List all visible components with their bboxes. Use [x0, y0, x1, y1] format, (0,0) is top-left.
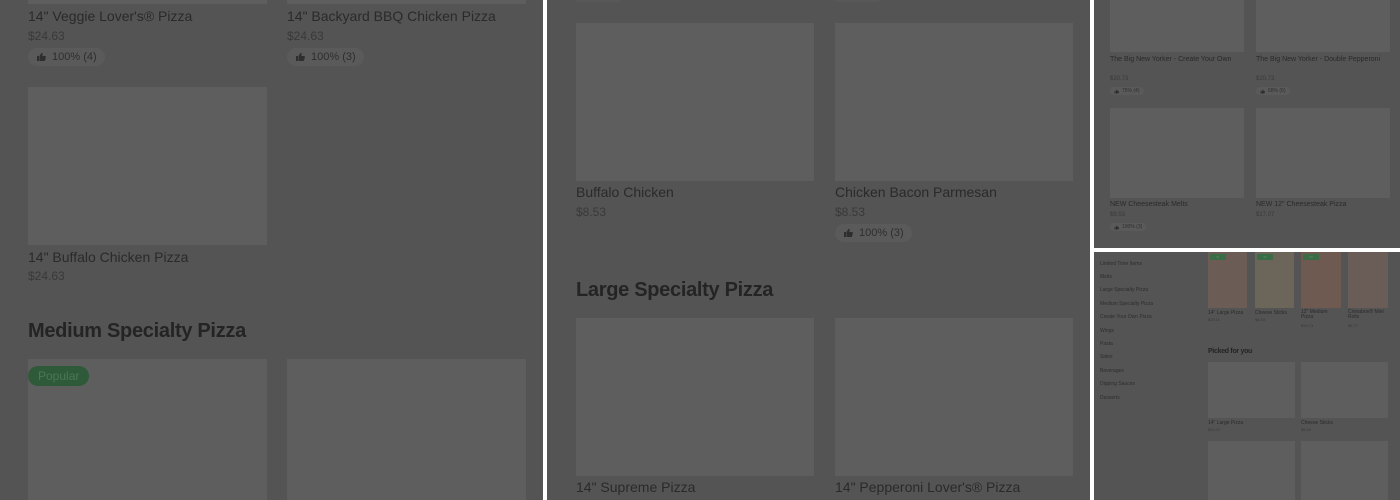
sidebar-item[interactable]: Dipping Sauces — [1100, 381, 1135, 387]
product-image[interactable] — [576, 318, 814, 476]
sidebar-item[interactable]: Limited Time Items — [1100, 261, 1142, 267]
product-price: $6.77 — [1348, 323, 1359, 328]
product-price: $24.63 — [28, 29, 65, 43]
sidebar-item[interactable]: Sides — [1100, 354, 1113, 360]
product-image[interactable] — [287, 0, 526, 4]
sidebar-item[interactable]: Large Specialty Pizza — [1100, 287, 1148, 293]
rating-text: 75% (4) — [1122, 88, 1140, 94]
product-price: $24.63 — [287, 29, 324, 43]
thumbs-up-icon — [36, 52, 46, 62]
sidebar-item[interactable]: Pasta — [1100, 341, 1113, 347]
product-price: $20.11 — [1208, 427, 1220, 432]
sidebar-item[interactable]: Wings — [1100, 328, 1114, 334]
screenshot-panel-2: Buffalo Chicken $8.53 Chicken Bacon Parm… — [547, 0, 1090, 500]
rating-text: 100% (3) — [859, 227, 904, 239]
product-name[interactable]: 14" Backyard BBQ Chicken Pizza — [287, 8, 496, 24]
product-name[interactable]: Cinnabon® Mini Rolls — [1348, 310, 1388, 320]
product-image[interactable] — [1256, 108, 1390, 198]
rating-text: 100% (3) — [311, 51, 356, 63]
thumbs-up-icon — [295, 52, 305, 62]
product-price: $15.73 — [1301, 323, 1314, 328]
screenshot-panel-3: The Big New Yorker - Create Your Own $20… — [1094, 0, 1400, 248]
product-name[interactable]: NEW Cheesesteak Melts — [1110, 200, 1240, 209]
section-title: Large Specialty Pizza — [576, 279, 774, 301]
product-price: $17.07 — [1256, 212, 1275, 218]
rating-text: 100% (3) — [1122, 224, 1143, 230]
popular-badge: Popular — [28, 366, 90, 386]
product-name[interactable]: Chicken Bacon Parmesan — [835, 184, 997, 200]
product-name[interactable]: 12" Medium Pizza — [1301, 310, 1339, 320]
product-price: $8.53 — [1301, 427, 1312, 432]
product-image[interactable] — [287, 359, 526, 500]
product-name[interactable]: 14" Large Pizza — [1208, 420, 1243, 426]
thumbs-up-icon — [843, 228, 853, 238]
rating-badge: 100% (3) — [835, 224, 912, 242]
thumbs-up-icon — [1114, 224, 1119, 230]
thumbs-up-icon — [1260, 88, 1265, 94]
product-image[interactable] — [1110, 0, 1244, 52]
screenshot-panel-1: 14" Veggie Lover's® Pizza $24.63 100% (4… — [0, 0, 543, 500]
rating-badge-partial — [576, 0, 620, 2]
screenshot-panel-4: Limited Time Items Melts Large Specialty… — [1094, 252, 1400, 500]
section-title: Medium Specialty Pizza — [28, 320, 246, 342]
rating-badge: 100% (3) — [1110, 223, 1147, 231]
product-name[interactable]: Cheese Sticks — [1255, 310, 1287, 316]
product-name[interactable]: 14" Supreme Pizza — [576, 479, 695, 495]
rank-tag: #2 — [1257, 254, 1273, 260]
product-image[interactable] — [1301, 441, 1388, 500]
section-title: Picked for you — [1208, 348, 1253, 355]
product-image[interactable]: #2 — [1255, 252, 1294, 308]
product-price: $20.73 — [1256, 76, 1275, 82]
product-name[interactable]: Buffalo Chicken — [576, 184, 674, 200]
rank-tag: #3 — [1303, 254, 1319, 260]
product-image[interactable] — [1256, 0, 1390, 52]
product-image[interactable]: #1 — [1208, 252, 1247, 308]
product-price: $8.53 — [1255, 317, 1266, 322]
sidebar-item[interactable]: Desserts — [1100, 395, 1120, 401]
product-image[interactable] — [28, 87, 267, 245]
product-name[interactable]: 14" Veggie Lover's® Pizza — [28, 8, 192, 24]
rating-badge: 100% (4) — [28, 48, 105, 66]
product-price: $8.53 — [1110, 212, 1126, 218]
sidebar-item[interactable]: Medium Specialty Pizza — [1100, 301, 1153, 307]
product-name[interactable]: NEW 12" Cheesesteak Pizza — [1256, 200, 1386, 209]
rating-text: 68% (6) — [1268, 88, 1286, 94]
product-name[interactable]: 14" Pepperoni Lover's® Pizza — [835, 479, 1020, 495]
rating-badge: 68% (6) — [1256, 87, 1290, 95]
product-name[interactable]: 14" Large Pizza — [1208, 310, 1243, 316]
product-image[interactable] — [1110, 108, 1244, 198]
sidebar-item[interactable]: Melts — [1100, 274, 1112, 280]
rating-text: 100% (4) — [52, 51, 97, 63]
sidebar-item[interactable]: Beverages — [1100, 368, 1124, 374]
product-name[interactable]: Cheese Sticks — [1301, 420, 1333, 426]
product-price: $20.11 — [1208, 317, 1220, 322]
rating-badge: 100% (3) — [287, 48, 364, 66]
product-image[interactable] — [28, 0, 267, 4]
thumbs-up-icon — [1114, 88, 1119, 94]
product-image[interactable] — [576, 23, 814, 181]
rank-tag: #1 — [1210, 254, 1226, 260]
product-image[interactable] — [1348, 252, 1388, 308]
product-price: $8.53 — [576, 205, 607, 219]
product-name[interactable]: 14" Buffalo Chicken Pizza — [28, 249, 188, 265]
product-image[interactable] — [835, 318, 1073, 476]
rating-badge: 75% (4) — [1110, 87, 1144, 95]
product-price: $24.63 — [28, 269, 65, 283]
product-price: $8.53 — [835, 205, 866, 219]
product-name[interactable]: The Big New Yorker - Double Pepperoni — [1256, 55, 1386, 64]
product-image[interactable] — [1301, 362, 1388, 418]
rating-badge-partial — [835, 0, 879, 2]
product-image[interactable] — [1208, 441, 1295, 500]
product-image[interactable]: #3 — [1301, 252, 1341, 308]
product-image[interactable] — [835, 23, 1073, 181]
product-image[interactable] — [1208, 362, 1295, 418]
sidebar-item[interactable]: Create Your Own Pizza — [1100, 314, 1152, 320]
product-price: $20.73 — [1110, 76, 1129, 82]
product-name[interactable]: The Big New Yorker - Create Your Own — [1110, 55, 1240, 64]
